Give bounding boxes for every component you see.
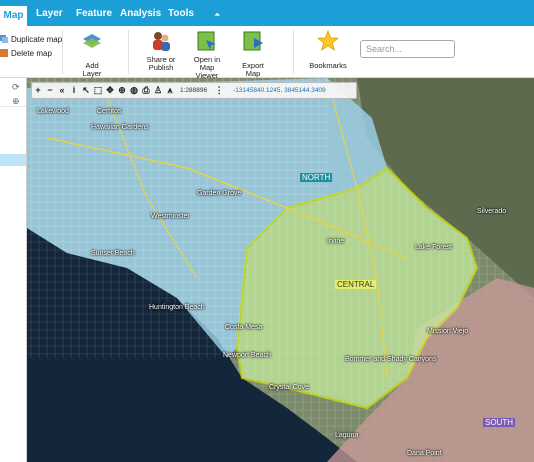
add-layer-label: Add Layer [82,61,102,78]
north-arrow-icon: ⩚ [167,85,173,95]
export-map-icon [243,31,263,51]
collapse-toolbar-icon[interactable]: « [56,83,68,98]
layers-icon [83,34,101,48]
person-icon[interactable]: ♙ [152,83,164,98]
place-label: Laguna [335,432,359,439]
place-label: Westminster [151,213,190,220]
duplicate-icon [0,35,8,43]
share-publish-button[interactable]: Share or Publish [145,30,177,72]
magnify-icon[interactable]: ⊕ [116,83,128,98]
place-label: Silverado [477,208,507,215]
delete-map-label: Delete map [11,48,52,58]
place-label: Dana Point [407,450,442,457]
place-label: Lakewood [37,108,69,115]
place-label: Newport Beach [223,352,271,359]
map-viewer-icon [197,31,216,51]
tab-tools[interactable]: Tools [168,6,194,26]
share-people-icon [153,32,170,51]
place-label: Bommer and Shady Canyons [345,356,437,363]
zoom-out-button[interactable]: − [44,83,56,98]
ribbon-separator [128,30,129,74]
place-label: Lake Forest [415,244,452,251]
panel-divider [0,106,26,107]
more-options-icon[interactable]: ⋮ [213,83,225,98]
share-label-line2: Publish [148,63,174,72]
map-scale: 1:288896 [180,87,208,94]
place-label: Costa Mesa [225,324,263,331]
place-label: Irvine [327,238,345,245]
select-arrow-icon[interactable]: ↖ [80,83,92,98]
delete-map-button[interactable]: Delete map [0,47,52,59]
tab-analysis[interactable]: Analysis [120,6,161,26]
star-icon [316,29,340,51]
selected-layer-row[interactable] [0,154,26,166]
export-map-button[interactable]: Export Map [234,30,272,78]
map-coordinates: -13145840.1245, 3845144.3409 [233,87,326,94]
refresh-icon[interactable]: ⟳ [12,82,22,92]
pan-icon[interactable]: ✥ [104,83,116,98]
add-layer-button[interactable]: Add Layer [75,30,109,78]
tab-map[interactable]: Map [0,6,27,26]
zone-label-south: SOUTH [483,418,515,427]
place-label: Garden Grove [197,190,242,197]
place-label: Sunset Beach [91,250,135,257]
map-canvas[interactable]: + − « i ↖ ⬚ ✥ ⊕ ◍ ⎙ ♙ ⩚ 1:288896 ⋮ -1314… [27,78,534,462]
place-label: Huntington Beach [149,304,205,311]
map-graphic [27,78,534,462]
globe-icon[interactable]: ◍ [128,83,140,98]
place-label: Hawaiian Gardens [91,124,149,131]
export-map-label: Export Map [242,61,264,78]
ribbon-separator [62,30,63,74]
place-label: Crystal Cove [269,384,310,391]
place-label: Cerritos [97,108,122,115]
tab-layer[interactable]: Layer [36,6,63,26]
bookmarks-label: Bookmarks [309,61,347,70]
ribbon-separator [293,30,294,74]
collapse-ribbon-icon[interactable]: ⏶ [214,10,224,19]
zoom-in-button[interactable]: + [32,83,44,98]
ribbon-tab-bar: Map Layer Feature Analysis Tools ⏶ [0,0,534,26]
print-icon[interactable]: ⎙ [140,83,152,98]
zone-label-central: CENTRAL [335,280,377,289]
duplicate-map-button[interactable]: Duplicate map [0,33,62,45]
info-icon[interactable]: i [68,83,80,98]
delete-icon [0,49,8,57]
bookmarks-button[interactable]: Bookmarks [308,29,348,70]
zone-label-north: NORTH [300,173,333,182]
search-input[interactable]: Search... [360,40,455,58]
zoom-icon[interactable]: ⊕ [12,96,22,106]
left-panel: ⟳ ⊕ [0,78,27,462]
map-toolbar: + − « i ↖ ⬚ ✥ ⊕ ◍ ⎙ ♙ ⩚ 1:288896 ⋮ -1314… [31,82,357,99]
open-map-viewer-button[interactable]: Open in Map Viewer [188,30,226,80]
ribbon-panel: Duplicate map Delete map Add Layer Share… [0,26,534,80]
tab-feature[interactable]: Feature [76,6,112,26]
box-select-icon[interactable]: ⬚ [92,83,104,98]
place-label: Mission Viejo [427,328,469,335]
duplicate-map-label: Duplicate map [11,34,63,44]
